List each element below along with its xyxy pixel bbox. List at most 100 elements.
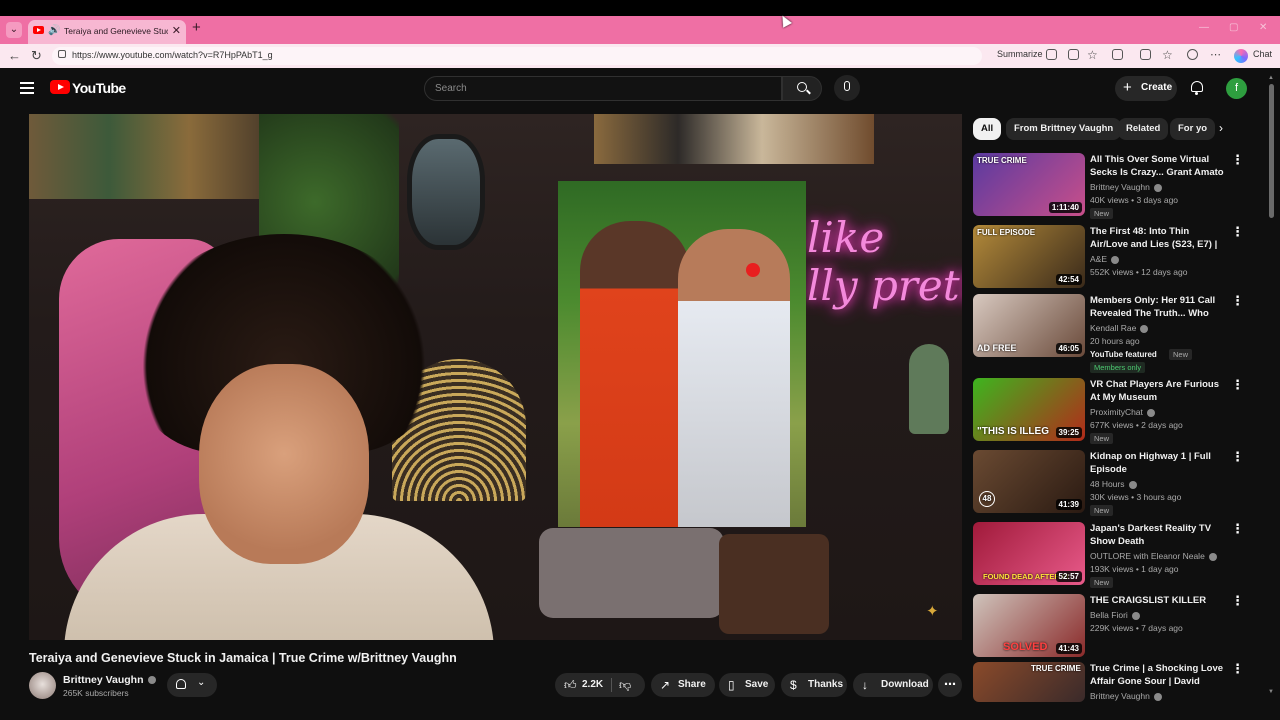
search-input[interactable]: Search [424, 76, 782, 101]
youtube-wordmark[interactable]: YouTube [72, 80, 126, 96]
recommendation-channel[interactable]: Brittney Vaughn [1090, 182, 1150, 192]
copilot-icon[interactable] [1234, 49, 1248, 63]
site-info-icon[interactable] [58, 50, 66, 58]
profile-icon[interactable] [1187, 49, 1198, 60]
recommendation-title[interactable]: Members Only: Her 911 Call Revealed The … [1090, 294, 1225, 320]
recommendation-channel-row[interactable]: ProximityChat [1090, 407, 1155, 417]
recommendation-channel[interactable]: Bella Fiori [1090, 610, 1128, 620]
more-vert-icon[interactable]: ⋮ [1231, 450, 1244, 463]
apps-icon[interactable] [1068, 49, 1079, 60]
browser-tab[interactable]: 🔊 Teraiya and Genevieve Stuck i ✕ [28, 20, 186, 44]
voice-search-button[interactable] [834, 75, 860, 101]
recommendation-channel[interactable]: ProximityChat [1090, 407, 1143, 417]
recommendation-channel-row[interactable]: A&E [1090, 254, 1120, 264]
channel-name-row[interactable]: Brittney Vaughn [63, 674, 156, 686]
more-vert-icon[interactable]: ⋮ [1231, 294, 1244, 307]
video-thumbnail[interactable]: TRUE CRIME 1:11:40 [973, 153, 1085, 216]
video-thumbnail[interactable]: 48 41:39 [973, 450, 1085, 513]
recommendation-item[interactable]: FULL EPISODE 42:54 The First 48: Into Thi… [973, 225, 1253, 291]
more-vert-icon[interactable]: ⋮ [1231, 522, 1244, 535]
favorite-star-icon[interactable]: ☆ [1087, 48, 1098, 62]
video-thumbnail[interactable]: TRUE CRIME [973, 662, 1085, 702]
account-avatar[interactable]: f [1226, 78, 1247, 99]
minimize-icon[interactable]: — [1199, 22, 1209, 33]
video-thumbnail[interactable]: FOUND DEAD AFTER FI 52:57 [973, 522, 1085, 585]
notifications-bell-icon[interactable] [1191, 81, 1203, 95]
recommendation-channel[interactable]: A&E [1090, 254, 1107, 264]
video-thumbnail[interactable]: SOLVED 41:43 [973, 594, 1085, 657]
more-actions-icon[interactable]: ⋯ [938, 673, 962, 697]
tab-list-chevron-icon[interactable]: ⌄ [6, 22, 22, 38]
video-thumbnail[interactable]: "THIS IS ILLEG 39:25 [973, 378, 1085, 441]
recommendation-channel-row[interactable]: OUTLORE with Eleanor Neale [1090, 551, 1217, 561]
more-vert-icon[interactable]: ⋮ [1231, 662, 1244, 675]
recommendation-item[interactable]: TRUE CRIME True Crime | a Shocking Love … [973, 662, 1253, 720]
scroll-down-arrow-icon[interactable]: ▼ [1268, 689, 1274, 695]
recommendation-title[interactable]: VR Chat Players Are Furious At My Museum [1090, 378, 1225, 404]
recommendation-item[interactable]: 48 41:39 Kidnap on Highway 1 | Full Episo… [973, 450, 1253, 516]
menu-icon[interactable] [20, 82, 34, 94]
page-scrollbar-thumb[interactable] [1269, 84, 1274, 218]
download-button[interactable]: ↓ Download [853, 673, 933, 697]
speaker-icon[interactable]: 🔊 [48, 25, 60, 36]
recommendation-channel[interactable]: Kendall Rae [1090, 323, 1136, 333]
chevron-right-icon[interactable]: › [1219, 121, 1223, 135]
more-vert-icon[interactable]: ⋮ [1231, 225, 1244, 238]
recommendation-channel[interactable]: 48 Hours [1090, 479, 1125, 489]
share-button[interactable]: ↗ Share [651, 673, 715, 697]
search-button[interactable] [782, 76, 822, 101]
close-tab-icon[interactable]: ✕ [172, 24, 181, 37]
recommendation-channel-row[interactable]: Kendall Rae [1090, 323, 1149, 333]
recommendation-channel-row[interactable]: Brittney Vaughn [1090, 691, 1162, 701]
settings-more-icon[interactable]: ⋯ [1210, 48, 1221, 61]
summarize-button[interactable]: Summarize [997, 49, 1043, 59]
extensions-icon[interactable] [1140, 49, 1151, 60]
recommendation-title[interactable]: Japan's Darkest Reality TV Show Death [1090, 522, 1225, 548]
favorites-icon[interactable]: ☆ [1162, 48, 1173, 62]
recommendation-item[interactable]: TRUE CRIME 1:11:40 All This Over Some Vir… [973, 153, 1253, 219]
reload-icon[interactable]: ↻ [31, 48, 42, 64]
maximize-icon[interactable]: ▢ [1229, 22, 1238, 33]
recommendation-title[interactable]: Kidnap on Highway 1 | Full Episode [1090, 450, 1225, 476]
like-icon[interactable]: 👍︎ [564, 678, 577, 693]
refresh-tab-icon[interactable] [1112, 49, 1123, 60]
chip-related[interactable]: Related [1118, 118, 1169, 140]
chat-button[interactable]: Chat [1253, 49, 1272, 59]
recommendation-item[interactable]: SOLVED 41:43 THE CRAIGSLIST KILLER Bella … [973, 594, 1253, 660]
recommendation-item[interactable]: AD FREE 46:05 Members Only: Her 911 Call … [973, 294, 1253, 374]
chip-for-you[interactable]: For yo [1170, 118, 1216, 140]
channel-avatar[interactable] [29, 672, 56, 699]
channel-name[interactable]: Brittney Vaughn [63, 674, 144, 686]
back-icon[interactable]: ← [8, 48, 21, 63]
recommendation-channel[interactable]: Brittney Vaughn [1090, 691, 1150, 701]
thanks-button[interactable]: $ Thanks [781, 673, 847, 697]
save-button[interactable]: ▯ Save [719, 673, 775, 697]
chip-from-channel[interactable]: From Brittney Vaughn [1006, 118, 1122, 140]
recommendation-title[interactable]: All This Over Some Virtual Secks Is Craz… [1090, 153, 1225, 179]
recommendation-channel-row[interactable]: Bella Fiori [1090, 610, 1140, 620]
subscription-bell-button[interactable]: ⌄ [167, 673, 217, 697]
create-button[interactable]: + Create [1115, 76, 1177, 101]
video-thumbnail[interactable]: AD FREE 46:05 [973, 294, 1085, 357]
youtube-logo-icon[interactable] [50, 80, 70, 94]
recommendation-item[interactable]: "THIS IS ILLEG 39:25 VR Chat Players Are … [973, 378, 1253, 444]
summarize-icon[interactable] [1046, 49, 1057, 60]
recommendation-item[interactable]: FOUND DEAD AFTER FI 52:57 Japan's Darkest… [973, 522, 1253, 588]
new-tab-icon[interactable]: + [192, 19, 201, 36]
recommendation-title[interactable]: The First 48: Into Thin Air/Love and Lie… [1090, 225, 1225, 251]
chip-all[interactable]: All [973, 118, 1002, 140]
close-window-icon[interactable]: ✕ [1259, 22, 1267, 33]
more-vert-icon[interactable]: ⋮ [1231, 378, 1244, 391]
video-player[interactable]: like lly pretty ✦ [29, 114, 962, 640]
video-thumbnail[interactable]: FULL EPISODE 42:54 [973, 225, 1085, 288]
more-vert-icon[interactable]: ⋮ [1231, 153, 1244, 166]
recommendation-channel-row[interactable]: Brittney Vaughn [1090, 182, 1162, 192]
more-vert-icon[interactable]: ⋮ [1231, 594, 1244, 607]
recommendation-channel-row[interactable]: 48 Hours [1090, 479, 1137, 489]
like-count[interactable]: 2.2K [582, 679, 603, 690]
scroll-up-arrow-icon[interactable]: ▲ [1268, 75, 1274, 81]
address-field[interactable]: https://www.youtube.com/watch?v=R7HpPAbT… [52, 47, 982, 65]
recommendation-title[interactable]: True Crime | a Shocking Love Affair Gone… [1090, 662, 1225, 688]
dislike-icon[interactable]: 👎︎ [619, 678, 631, 693]
recommendation-channel[interactable]: OUTLORE with Eleanor Neale [1090, 551, 1205, 561]
